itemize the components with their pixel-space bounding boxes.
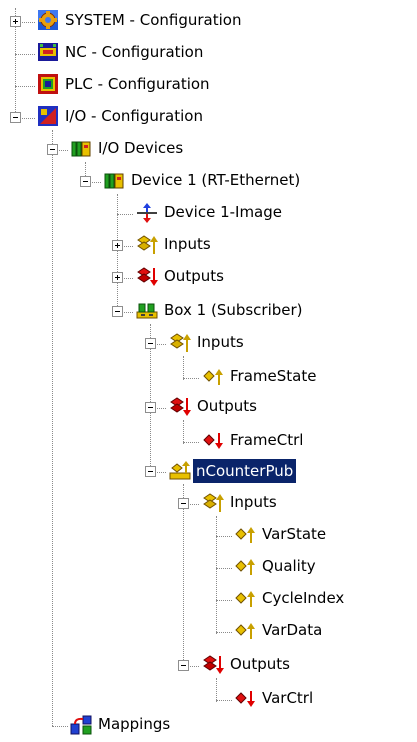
tree-node-device1[interactable]: Device 1 (RT-Ethernet) (0, 166, 400, 198)
tree-node-framestate[interactable]: FrameState (0, 362, 316, 394)
tree-node-device1-inputs[interactable]: Inputs (0, 230, 300, 262)
input-variable-icon (234, 524, 256, 546)
tree-node-label: FrameCtrl (230, 431, 304, 449)
io-config-icon (37, 105, 59, 127)
inputs-icon (169, 332, 191, 354)
ethernet-device-icon (103, 170, 125, 192)
tree-node-label: Box 1 (Subscriber) (164, 301, 303, 319)
tree-node-system[interactable]: SYSTEM - Configuration (0, 6, 300, 38)
tree-node-label: Outputs (230, 655, 290, 673)
tree-node-io[interactable]: I/O - Configuration (0, 102, 300, 134)
tree-node-label: VarData (262, 621, 323, 639)
tree-node-label: Device 1 (RT-Ethernet) (131, 171, 301, 189)
tree-node-box1-outputs[interactable]: Outputs (0, 392, 300, 424)
tree-node-label-selected: nCounterPub (193, 459, 297, 483)
tree-node-varstate[interactable]: VarState (0, 520, 326, 552)
tree-node-io-devices[interactable]: I/O Devices (0, 134, 300, 166)
tree-node-label: SYSTEM - Configuration (65, 11, 242, 29)
io-devices-icon (70, 138, 92, 160)
input-variable-icon (234, 556, 256, 578)
tree-node-label: Mappings (98, 715, 171, 733)
tree-node-label: VarState (262, 525, 327, 543)
mappings-icon (70, 714, 92, 736)
tree-node-box1[interactable]: Box 1 (Subscriber) (0, 296, 400, 328)
tree-node-label: Inputs (164, 235, 211, 253)
tree-node-cycleindex[interactable]: CycleIndex (0, 584, 400, 616)
outputs-icon (202, 654, 224, 676)
inputs-icon (202, 492, 224, 514)
tree-node-label: I/O - Configuration (65, 107, 203, 125)
inputs-icon (136, 234, 158, 256)
outputs-icon (169, 396, 191, 418)
tree-node-label: I/O Devices (98, 139, 184, 157)
tree-node-mappings[interactable]: Mappings (0, 710, 300, 742)
tree-node-nc-inputs[interactable]: Inputs (0, 488, 300, 520)
system-config-icon (37, 9, 59, 31)
outputs-icon (136, 266, 158, 288)
tree-node-box1-inputs[interactable]: Inputs (0, 328, 300, 360)
tree-node-nc-outputs[interactable]: Outputs (0, 650, 300, 682)
tree-node-quality[interactable]: Quality (0, 552, 316, 584)
tree-node-plc[interactable]: PLC - Configuration (0, 70, 300, 102)
tree-node-device1-image[interactable]: Device 1-Image (0, 198, 400, 230)
process-image-icon (136, 202, 158, 224)
tree-node-label: Inputs (197, 333, 244, 351)
tree-node-device1-outputs[interactable]: Outputs (0, 262, 300, 294)
input-variable-icon (202, 366, 224, 388)
tree-node-label: CycleIndex (262, 589, 345, 607)
tree-node-label: VarCtrl (262, 689, 314, 707)
subscriber-box-icon (136, 300, 158, 322)
publisher-variable-icon (169, 460, 191, 482)
tree-node-label: Device 1-Image (164, 203, 283, 221)
tree-node-framectrl[interactable]: FrameCtrl (0, 426, 303, 458)
nc-config-icon (37, 41, 59, 63)
io-config-tree: SYSTEM - Configuration NC - Configuratio… (0, 0, 417, 740)
tree-node-label: NC - Configuration (65, 43, 204, 61)
tree-node-vardata[interactable]: VarData (0, 616, 322, 648)
plc-config-icon (37, 73, 59, 95)
tree-node-label: FrameState (230, 367, 317, 385)
tree-node-nc[interactable]: NC - Configuration (0, 38, 300, 70)
output-variable-icon (234, 688, 256, 710)
tree-node-ncounterpub[interactable]: nCounterPub (0, 456, 300, 488)
tree-node-label: Outputs (197, 397, 257, 415)
input-variable-icon (234, 620, 256, 642)
input-variable-icon (234, 588, 256, 610)
tree-node-label: Outputs (164, 267, 224, 285)
tree-node-label: Quality (262, 557, 316, 575)
tree-node-label: Inputs (230, 493, 277, 511)
tree-node-label: PLC - Configuration (65, 75, 210, 93)
output-variable-icon (202, 430, 224, 452)
